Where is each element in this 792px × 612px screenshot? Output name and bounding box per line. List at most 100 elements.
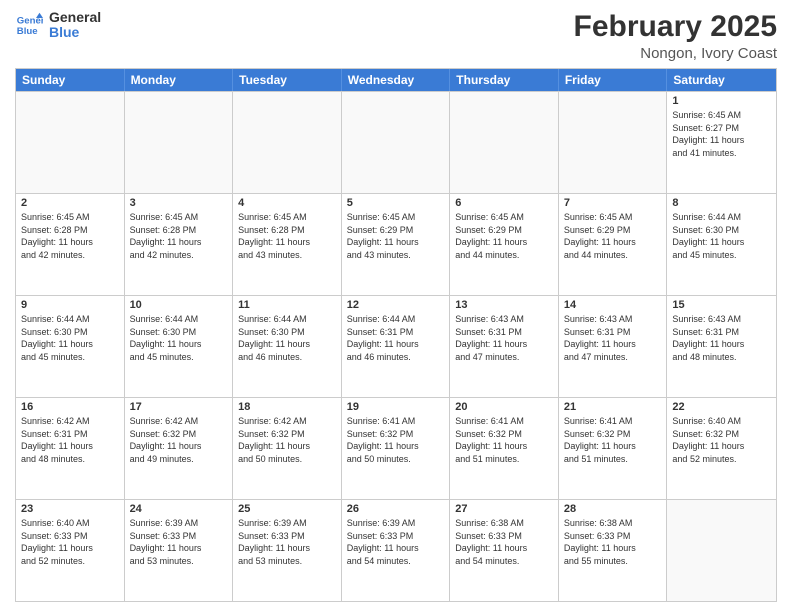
day-number: 19	[347, 401, 445, 413]
day-number: 24	[130, 503, 228, 515]
cell-info: Sunrise: 6:40 AM Sunset: 6:33 PM Dayligh…	[21, 517, 119, 567]
cal-cell: 21 Sunrise: 6:41 AM Sunset: 6:32 PM Dayli…	[559, 398, 668, 499]
logo-line1: General	[49, 10, 101, 25]
day-number: 21	[564, 401, 662, 413]
cal-cell: 1 Sunrise: 6:45 AM Sunset: 6:27 PM Daylig…	[667, 92, 776, 193]
cal-day-header: Monday	[125, 69, 234, 91]
cal-day-header: Friday	[559, 69, 668, 91]
cal-day-header: Wednesday	[342, 69, 451, 91]
day-number: 25	[238, 503, 336, 515]
day-number: 1	[672, 95, 771, 107]
cal-cell	[233, 92, 342, 193]
cell-info: Sunrise: 6:44 AM Sunset: 6:31 PM Dayligh…	[347, 313, 445, 363]
day-number: 9	[21, 299, 119, 311]
day-number: 15	[672, 299, 771, 311]
cell-info: Sunrise: 6:40 AM Sunset: 6:32 PM Dayligh…	[672, 415, 771, 465]
cell-info: Sunrise: 6:43 AM Sunset: 6:31 PM Dayligh…	[564, 313, 662, 363]
cell-info: Sunrise: 6:39 AM Sunset: 6:33 PM Dayligh…	[130, 517, 228, 567]
cell-info: Sunrise: 6:45 AM Sunset: 6:29 PM Dayligh…	[455, 211, 553, 261]
cell-info: Sunrise: 6:38 AM Sunset: 6:33 PM Dayligh…	[455, 517, 553, 567]
cal-cell: 20 Sunrise: 6:41 AM Sunset: 6:32 PM Dayli…	[450, 398, 559, 499]
svg-text:Blue: Blue	[17, 26, 38, 37]
cal-cell: 25 Sunrise: 6:39 AM Sunset: 6:33 PM Dayli…	[233, 500, 342, 601]
day-number: 16	[21, 401, 119, 413]
day-number: 17	[130, 401, 228, 413]
cal-cell: 4 Sunrise: 6:45 AM Sunset: 6:28 PM Daylig…	[233, 194, 342, 295]
calendar-body: 1 Sunrise: 6:45 AM Sunset: 6:27 PM Daylig…	[16, 91, 776, 601]
day-number: 6	[455, 197, 553, 209]
cell-info: Sunrise: 6:45 AM Sunset: 6:29 PM Dayligh…	[347, 211, 445, 261]
cell-info: Sunrise: 6:45 AM Sunset: 6:27 PM Dayligh…	[672, 109, 771, 159]
cal-week-row: 1 Sunrise: 6:45 AM Sunset: 6:27 PM Daylig…	[16, 91, 776, 193]
cell-info: Sunrise: 6:39 AM Sunset: 6:33 PM Dayligh…	[238, 517, 336, 567]
cal-cell: 22 Sunrise: 6:40 AM Sunset: 6:32 PM Dayli…	[667, 398, 776, 499]
day-number: 20	[455, 401, 553, 413]
cal-cell: 6 Sunrise: 6:45 AM Sunset: 6:29 PM Daylig…	[450, 194, 559, 295]
cal-cell	[667, 500, 776, 601]
day-number: 10	[130, 299, 228, 311]
cal-cell: 24 Sunrise: 6:39 AM Sunset: 6:33 PM Dayli…	[125, 500, 234, 601]
cal-week-row: 2 Sunrise: 6:45 AM Sunset: 6:28 PM Daylig…	[16, 193, 776, 295]
cell-info: Sunrise: 6:43 AM Sunset: 6:31 PM Dayligh…	[672, 313, 771, 363]
cal-cell: 23Sunrise: 6:40 AM Sunset: 6:33 PM Dayli…	[16, 500, 125, 601]
cell-info: Sunrise: 6:42 AM Sunset: 6:32 PM Dayligh…	[130, 415, 228, 465]
day-number: 18	[238, 401, 336, 413]
cal-cell	[450, 92, 559, 193]
day-number: 27	[455, 503, 553, 515]
cal-cell: 17 Sunrise: 6:42 AM Sunset: 6:32 PM Dayli…	[125, 398, 234, 499]
cell-info: Sunrise: 6:38 AM Sunset: 6:33 PM Dayligh…	[564, 517, 662, 567]
cal-week-row: 23Sunrise: 6:40 AM Sunset: 6:33 PM Dayli…	[16, 499, 776, 601]
cell-info: Sunrise: 6:44 AM Sunset: 6:30 PM Dayligh…	[238, 313, 336, 363]
cal-cell: 8Sunrise: 6:44 AM Sunset: 6:30 PM Daylig…	[667, 194, 776, 295]
cal-cell: 26Sunrise: 6:39 AM Sunset: 6:33 PM Dayli…	[342, 500, 451, 601]
day-number: 14	[564, 299, 662, 311]
cal-cell: 3 Sunrise: 6:45 AM Sunset: 6:28 PM Daylig…	[125, 194, 234, 295]
title-block: February 2025 Nongon, Ivory Coast	[574, 10, 777, 62]
page: General Blue General Blue February 2025 …	[0, 0, 792, 612]
logo-icon: General Blue	[15, 11, 43, 39]
cal-cell: 28Sunrise: 6:38 AM Sunset: 6:33 PM Dayli…	[559, 500, 668, 601]
cal-week-row: 16 Sunrise: 6:42 AM Sunset: 6:31 PM Dayli…	[16, 397, 776, 499]
day-number: 4	[238, 197, 336, 209]
cell-info: Sunrise: 6:39 AM Sunset: 6:33 PM Dayligh…	[347, 517, 445, 567]
calendar-header: SundayMondayTuesdayWednesdayThursdayFrid…	[16, 69, 776, 91]
cal-cell: 19 Sunrise: 6:41 AM Sunset: 6:32 PM Dayli…	[342, 398, 451, 499]
day-number: 8	[672, 197, 771, 209]
day-number: 11	[238, 299, 336, 311]
cal-cell: 5 Sunrise: 6:45 AM Sunset: 6:29 PM Daylig…	[342, 194, 451, 295]
cal-cell	[342, 92, 451, 193]
cal-day-header: Sunday	[16, 69, 125, 91]
day-number: 7	[564, 197, 662, 209]
cal-day-header: Thursday	[450, 69, 559, 91]
cell-info: Sunrise: 6:43 AM Sunset: 6:31 PM Dayligh…	[455, 313, 553, 363]
cal-cell: 10 Sunrise: 6:44 AM Sunset: 6:30 PM Dayli…	[125, 296, 234, 397]
cal-day-header: Tuesday	[233, 69, 342, 91]
cal-cell	[559, 92, 668, 193]
cell-info: Sunrise: 6:42 AM Sunset: 6:32 PM Dayligh…	[238, 415, 336, 465]
cell-info: Sunrise: 6:45 AM Sunset: 6:28 PM Dayligh…	[130, 211, 228, 261]
cal-cell: 16 Sunrise: 6:42 AM Sunset: 6:31 PM Dayli…	[16, 398, 125, 499]
cal-cell: 7Sunrise: 6:45 AM Sunset: 6:29 PM Daylig…	[559, 194, 668, 295]
main-title: February 2025	[574, 10, 777, 43]
cell-info: Sunrise: 6:41 AM Sunset: 6:32 PM Dayligh…	[347, 415, 445, 465]
cell-info: Sunrise: 6:44 AM Sunset: 6:30 PM Dayligh…	[130, 313, 228, 363]
cell-info: Sunrise: 6:45 AM Sunset: 6:28 PM Dayligh…	[238, 211, 336, 261]
day-number: 5	[347, 197, 445, 209]
cal-cell: 11 Sunrise: 6:44 AM Sunset: 6:30 PM Dayli…	[233, 296, 342, 397]
cell-info: Sunrise: 6:42 AM Sunset: 6:31 PM Dayligh…	[21, 415, 119, 465]
day-number: 13	[455, 299, 553, 311]
day-number: 3	[130, 197, 228, 209]
cal-cell: 12Sunrise: 6:44 AM Sunset: 6:31 PM Dayli…	[342, 296, 451, 397]
day-number: 22	[672, 401, 771, 413]
subtitle: Nongon, Ivory Coast	[574, 45, 777, 62]
logo: General Blue General Blue	[15, 10, 101, 41]
day-number: 2	[21, 197, 119, 209]
cal-cell: 9Sunrise: 6:44 AM Sunset: 6:30 PM Daylig…	[16, 296, 125, 397]
cal-cell	[16, 92, 125, 193]
cell-info: Sunrise: 6:41 AM Sunset: 6:32 PM Dayligh…	[455, 415, 553, 465]
header: General Blue General Blue February 2025 …	[15, 10, 777, 62]
cal-cell: 2 Sunrise: 6:45 AM Sunset: 6:28 PM Daylig…	[16, 194, 125, 295]
cell-info: Sunrise: 6:41 AM Sunset: 6:32 PM Dayligh…	[564, 415, 662, 465]
cell-info: Sunrise: 6:45 AM Sunset: 6:28 PM Dayligh…	[21, 211, 119, 261]
cal-cell: 13 Sunrise: 6:43 AM Sunset: 6:31 PM Dayli…	[450, 296, 559, 397]
